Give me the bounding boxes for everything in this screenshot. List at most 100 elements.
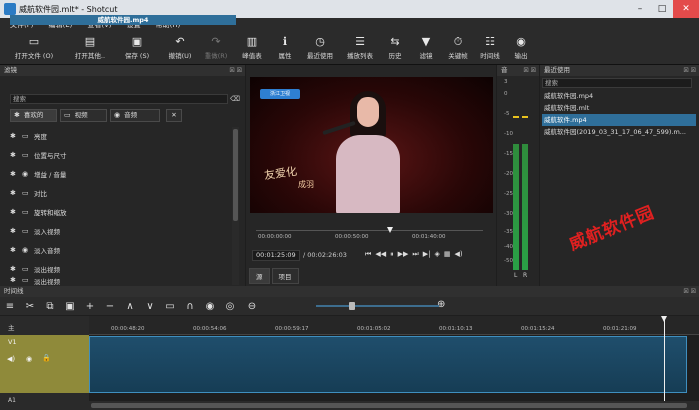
- redo-button[interactable]: ↷ 重做(R): [198, 31, 234, 65]
- filter-item[interactable]: ✱ ▭ 旋转和缩放: [10, 202, 232, 221]
- ripple-icon[interactable]: ◎: [220, 301, 240, 312]
- rewind-icon[interactable]: ◀◀: [375, 250, 386, 259]
- filters-button[interactable]: ▼ 滤镜: [410, 31, 442, 65]
- timeline-ruler[interactable]: 00:00:48:20 00:00:54:06 00:00:59:17 00:0…: [89, 316, 699, 335]
- audio-meter-header: 音 ☒ ☒: [497, 65, 539, 76]
- filter-search-input[interactable]: 搜索: [10, 94, 228, 104]
- monitor-icon: ▭: [22, 150, 29, 159]
- audio-icon: ◉: [114, 111, 121, 119]
- lock-icon[interactable]: 🔒: [42, 354, 51, 362]
- close-button[interactable]: ✕: [673, 0, 699, 18]
- fast-forward-icon[interactable]: ▶▶: [398, 250, 409, 259]
- a1-track-header[interactable]: A1: [0, 394, 89, 410]
- copy-icon[interactable]: ⧉: [40, 301, 60, 312]
- remove-icon[interactable]: −: [100, 301, 120, 312]
- zoom-slider[interactable]: [316, 302, 439, 310]
- filter-item[interactable]: ✱ ▭ 淡入视频: [10, 221, 232, 240]
- mute-icon[interactable]: ◀): [7, 355, 15, 363]
- timeline-scrollbar[interactable]: [89, 401, 699, 410]
- recent-item-selected[interactable]: 威航软件.mp4: [542, 114, 696, 126]
- ruler-tick-label: 00:01:21:09: [603, 326, 637, 332]
- player-playhead[interactable]: [387, 227, 393, 233]
- zoom-slider-knob[interactable]: [349, 302, 355, 310]
- v1-track-label: V1: [8, 338, 17, 346]
- filter-item[interactable]: ✱ ◉ 淡入音频: [10, 240, 232, 259]
- scrub-icon[interactable]: ◉: [200, 301, 220, 312]
- panel-float-close[interactable]: ☒ ☒: [683, 65, 696, 76]
- timeline-playhead[interactable]: [664, 316, 665, 401]
- undo-icon: ↶: [175, 35, 185, 48]
- singer-image: [322, 91, 408, 213]
- ruler-tick-label: 00:01:10:13: [439, 326, 473, 332]
- export-icon: ◉: [516, 35, 526, 48]
- in-out-icon[interactable]: ▶|: [423, 250, 431, 259]
- recent-button[interactable]: ◷ 最近使用: [300, 31, 340, 65]
- eye-icon[interactable]: ◉: [26, 355, 32, 363]
- volume-icon[interactable]: ◀): [454, 250, 462, 259]
- paste-icon[interactable]: ▣: [60, 301, 80, 312]
- cut-icon[interactable]: ✂: [20, 301, 40, 312]
- tab-favorites[interactable]: ✱ 喜欢的: [10, 109, 57, 122]
- video-clip[interactable]: [89, 336, 687, 393]
- scrollbar-thumb[interactable]: [91, 403, 687, 408]
- recent-search-input[interactable]: 搜索: [542, 78, 692, 88]
- save-button[interactable]: ▣ 保存 (S): [112, 31, 162, 65]
- monitor-icon: ▭: [22, 226, 29, 235]
- tab-video[interactable]: ▭ 视频: [60, 109, 107, 122]
- filter-item[interactable]: ✱ ◉ 增益 / 音量: [10, 164, 232, 183]
- tab-audio[interactable]: ◉ 音频: [110, 109, 160, 122]
- clear-search-icon[interactable]: ⌫: [229, 94, 241, 104]
- timeline-menu-icon[interactable]: ≡: [0, 301, 20, 312]
- v1-track-header[interactable]: V1 ◀) ◉ 🔒: [0, 335, 89, 393]
- star-icon: ✱: [10, 188, 16, 197]
- export-button[interactable]: ◉ 输出: [506, 31, 536, 65]
- zoom-out-icon[interactable]: ⊖: [242, 301, 262, 312]
- keyframes-button[interactable]: ⏱ 关键帧: [442, 31, 474, 65]
- append-icon[interactable]: +: [80, 301, 100, 312]
- video-preview[interactable]: 浙江卫视 友爱化 成羽: [250, 77, 493, 213]
- star-icon: ✱: [10, 150, 16, 159]
- recent-item[interactable]: 威航软件园(2019_03_31_17_06_47_599).m...: [542, 126, 696, 138]
- zoom-toggle-icon[interactable]: ◈: [434, 250, 439, 259]
- skip-next-icon[interactable]: ⏭: [412, 250, 418, 259]
- filter-item[interactable]: ✱ ▭ 淡出视频: [10, 276, 232, 286]
- peak-meter-button[interactable]: ▥ 峰值表: [234, 31, 270, 65]
- tab-source[interactable]: 源: [249, 268, 270, 284]
- minimize-button[interactable]: –: [629, 0, 651, 18]
- close-filter-button[interactable]: ✕: [166, 109, 182, 122]
- undo-button[interactable]: ↶ 撤销(U): [162, 31, 198, 65]
- scrollbar-thumb[interactable]: [233, 129, 238, 221]
- tab-project[interactable]: 项目: [271, 268, 299, 284]
- ruler-tick-label: 00:00:48:20: [111, 326, 145, 332]
- snap-icon[interactable]: ∩: [180, 301, 200, 312]
- pause-icon[interactable]: ⏸: [390, 250, 394, 259]
- ruler-tick-label: 00:00:54:06: [193, 326, 227, 332]
- properties-button[interactable]: ℹ 属性: [270, 31, 300, 65]
- player-ruler[interactable]: 00:00:00:00 00:00:50:00 00:01:40:00: [256, 230, 483, 242]
- recent-item[interactable]: 威航软件园.mlt: [542, 102, 696, 114]
- panel-float-close[interactable]: ☒ ☒: [523, 65, 536, 76]
- open-other-button[interactable]: ▤ 打开其他..: [68, 31, 112, 65]
- panel-float-close[interactable]: ☒ ☒: [683, 286, 696, 297]
- open-other-icon: ▤: [84, 35, 96, 48]
- overwrite-icon[interactable]: ∨: [140, 301, 160, 312]
- filters-header: 滤镜 ☒ ☒: [0, 65, 245, 76]
- skip-previous-icon[interactable]: ⏮: [365, 250, 371, 259]
- lift-icon[interactable]: ∧: [120, 301, 140, 312]
- filter-item[interactable]: ✱ ▭ 对比: [10, 183, 232, 202]
- filter-item[interactable]: ✱ ▭ 位置与尺寸: [10, 145, 232, 164]
- grid-icon[interactable]: ▦: [444, 250, 451, 259]
- recent-item[interactable]: 威航软件园.mp4: [542, 90, 696, 102]
- ruler-tick-label: 00:01:40:00: [412, 234, 446, 240]
- split-icon[interactable]: ▭: [160, 301, 180, 312]
- panel-float-close[interactable]: ☒ ☒: [229, 65, 242, 76]
- timeline-button[interactable]: ☷ 时间线: [474, 31, 506, 65]
- open-file-button[interactable]: ▭ 打开文件 (O): [0, 31, 68, 65]
- stopwatch-icon: ⏱: [453, 35, 463, 48]
- current-timecode-field[interactable]: 00:01:25:09: [252, 250, 300, 261]
- history-button[interactable]: ⇆ 历史: [380, 31, 410, 65]
- playlist-button[interactable]: ☰ 播放列表: [340, 31, 380, 65]
- filters-scrollbar[interactable]: [232, 127, 239, 285]
- filter-item[interactable]: ✱ ▭ 亮度: [10, 126, 232, 145]
- maximize-button[interactable]: □: [651, 0, 673, 18]
